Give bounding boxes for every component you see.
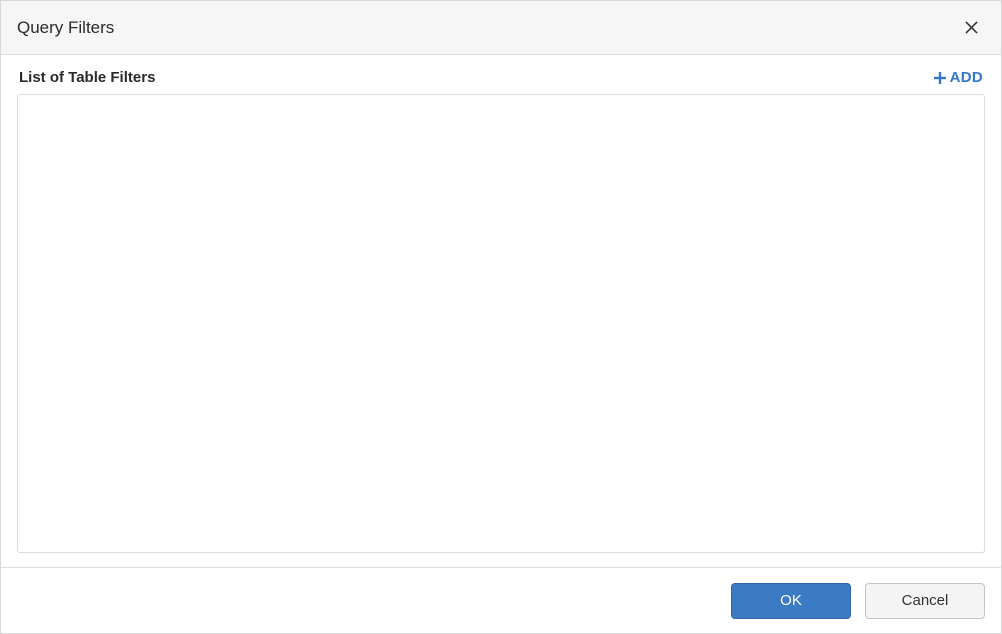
close-button[interactable] [957,14,985,42]
add-button-label: ADD [950,69,983,86]
query-filters-dialog: Query Filters List of Table Filters ADD … [0,0,1002,634]
ok-button[interactable]: OK [731,583,851,619]
dialog-header: Query Filters [1,1,1001,55]
close-icon [965,21,978,34]
plus-icon [933,71,947,85]
list-title: List of Table Filters [19,69,155,86]
dialog-footer: OK Cancel [1,567,1001,633]
filter-list-container[interactable] [17,94,985,553]
cancel-button[interactable]: Cancel [865,583,985,619]
dialog-body: List of Table Filters ADD [1,55,1001,567]
body-header: List of Table Filters ADD [17,69,985,86]
add-button[interactable]: ADD [933,69,983,86]
dialog-title: Query Filters [17,18,114,38]
